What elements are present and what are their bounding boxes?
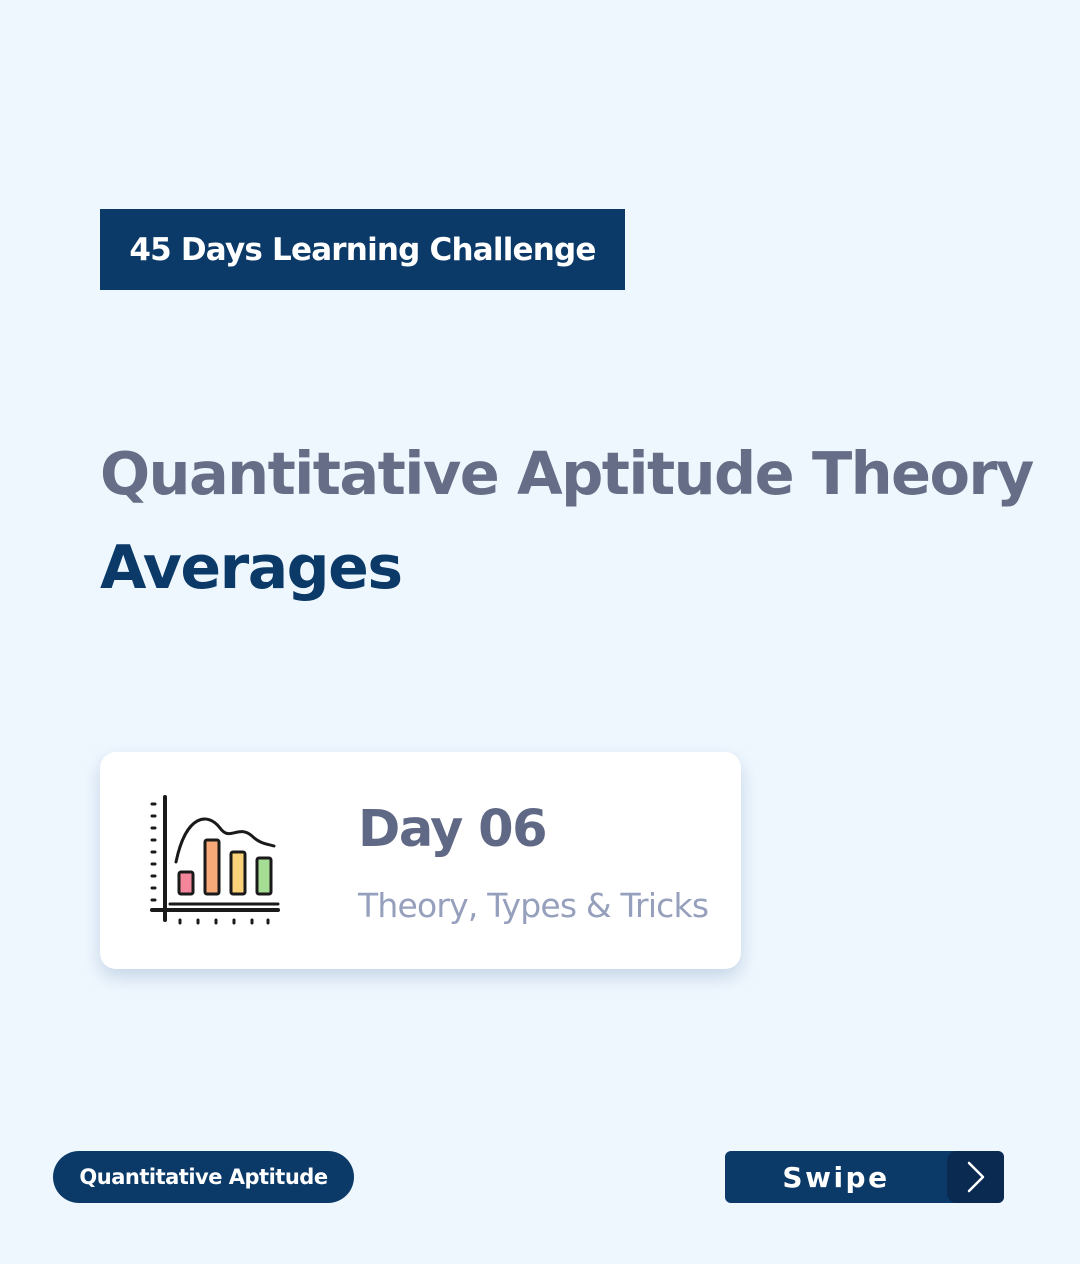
day-card: Day 06 Theory, Types & Tricks — [100, 752, 741, 969]
bar-chart-icon — [150, 795, 280, 925]
swipe-label: Swipe — [782, 1160, 890, 1194]
challenge-badge: 45 Days Learning Challenge — [100, 209, 625, 290]
swipe-button[interactable]: Swipe — [725, 1151, 1004, 1203]
day-label: Day 06 — [358, 800, 548, 859]
topic-title: Averages — [100, 533, 403, 603]
chevron-right-icon — [947, 1151, 1004, 1203]
subject-title: Quantitative Aptitude Theory — [100, 439, 1034, 508]
day-subtitle: Theory, Types & Tricks — [358, 886, 709, 925]
category-pill[interactable]: Quantitative Aptitude — [53, 1151, 354, 1203]
